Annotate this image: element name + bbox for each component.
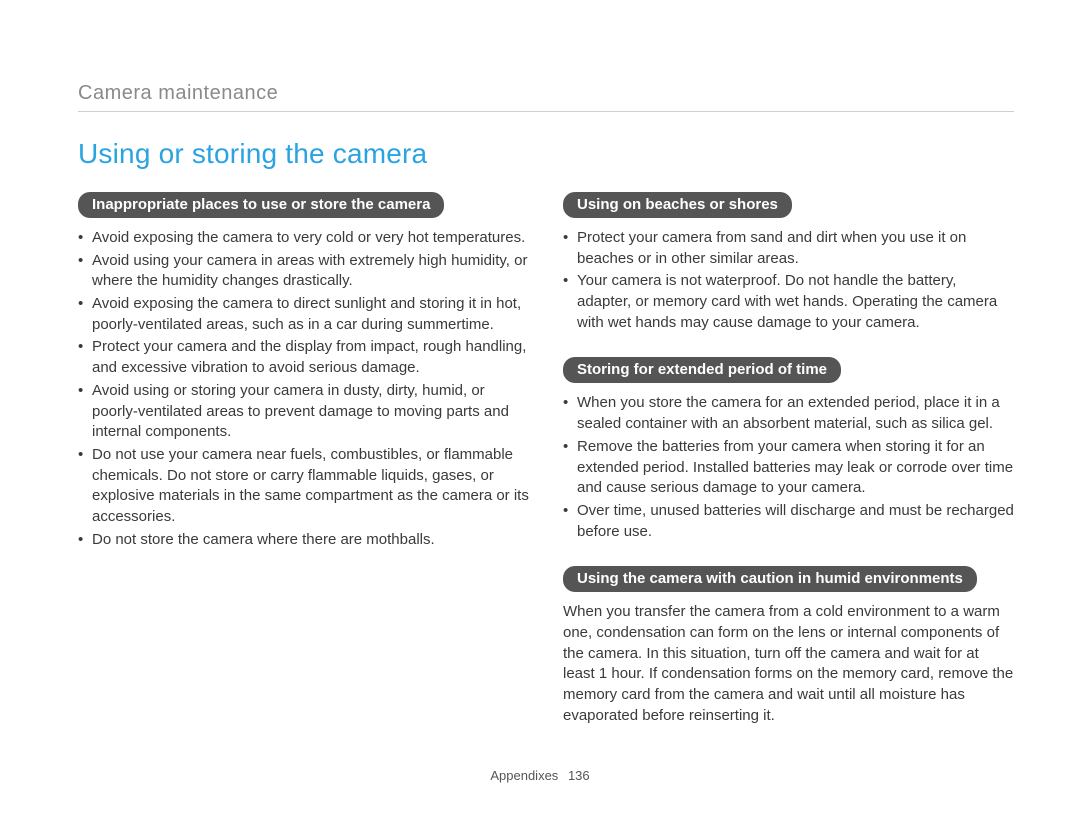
breadcrumb: Camera maintenance bbox=[78, 82, 1014, 105]
page-title: Using or storing the camera bbox=[78, 138, 1014, 170]
left-column: Inappropriate places to use or store the… bbox=[78, 192, 529, 750]
divider bbox=[78, 111, 1014, 112]
manual-page: Camera maintenance Using or storing the … bbox=[0, 0, 1080, 815]
section-heading: Inappropriate places to use or store the… bbox=[78, 192, 444, 218]
list-item: Avoid using your camera in areas with ex… bbox=[78, 251, 529, 292]
list-item: Over time, unused batteries will dischar… bbox=[563, 501, 1014, 542]
right-column: Using on beaches or shores Protect your … bbox=[563, 192, 1014, 750]
list-item: Protect your camera and the display from… bbox=[78, 337, 529, 378]
list-item: Avoid using or storing your camera in du… bbox=[78, 381, 529, 443]
list-item: Do not use your camera near fuels, combu… bbox=[78, 445, 529, 528]
list-item: Do not store the camera where there are … bbox=[78, 530, 529, 551]
section-heading: Using on beaches or shores bbox=[563, 192, 792, 218]
section-inappropriate-places: Inappropriate places to use or store the… bbox=[78, 192, 529, 550]
content-columns: Inappropriate places to use or store the… bbox=[78, 192, 1014, 750]
page-footer: Appendixes 136 bbox=[0, 768, 1080, 783]
list-item: Avoid exposing the camera to direct sunl… bbox=[78, 294, 529, 335]
list-item: Your camera is not waterproof. Do not ha… bbox=[563, 271, 1014, 333]
bullet-list: When you store the camera for an extende… bbox=[563, 393, 1014, 542]
list-item: Avoid exposing the camera to very cold o… bbox=[78, 228, 529, 249]
footer-label: Appendixes bbox=[490, 768, 558, 783]
list-item: Remove the batteries from your camera wh… bbox=[563, 437, 1014, 499]
list-item: Protect your camera from sand and dirt w… bbox=[563, 228, 1014, 269]
section-paragraph: When you transfer the camera from a cold… bbox=[563, 602, 1014, 726]
bullet-list: Avoid exposing the camera to very cold o… bbox=[78, 228, 529, 550]
list-item: When you store the camera for an extende… bbox=[563, 393, 1014, 434]
bullet-list: Protect your camera from sand and dirt w… bbox=[563, 228, 1014, 333]
section-extended-storage: Storing for extended period of time When… bbox=[563, 357, 1014, 542]
section-heading: Using the camera with caution in humid e… bbox=[563, 566, 977, 592]
section-humid-environments: Using the camera with caution in humid e… bbox=[563, 566, 1014, 726]
section-beaches: Using on beaches or shores Protect your … bbox=[563, 192, 1014, 333]
footer-page-number: 136 bbox=[568, 768, 590, 783]
section-heading: Storing for extended period of time bbox=[563, 357, 841, 383]
